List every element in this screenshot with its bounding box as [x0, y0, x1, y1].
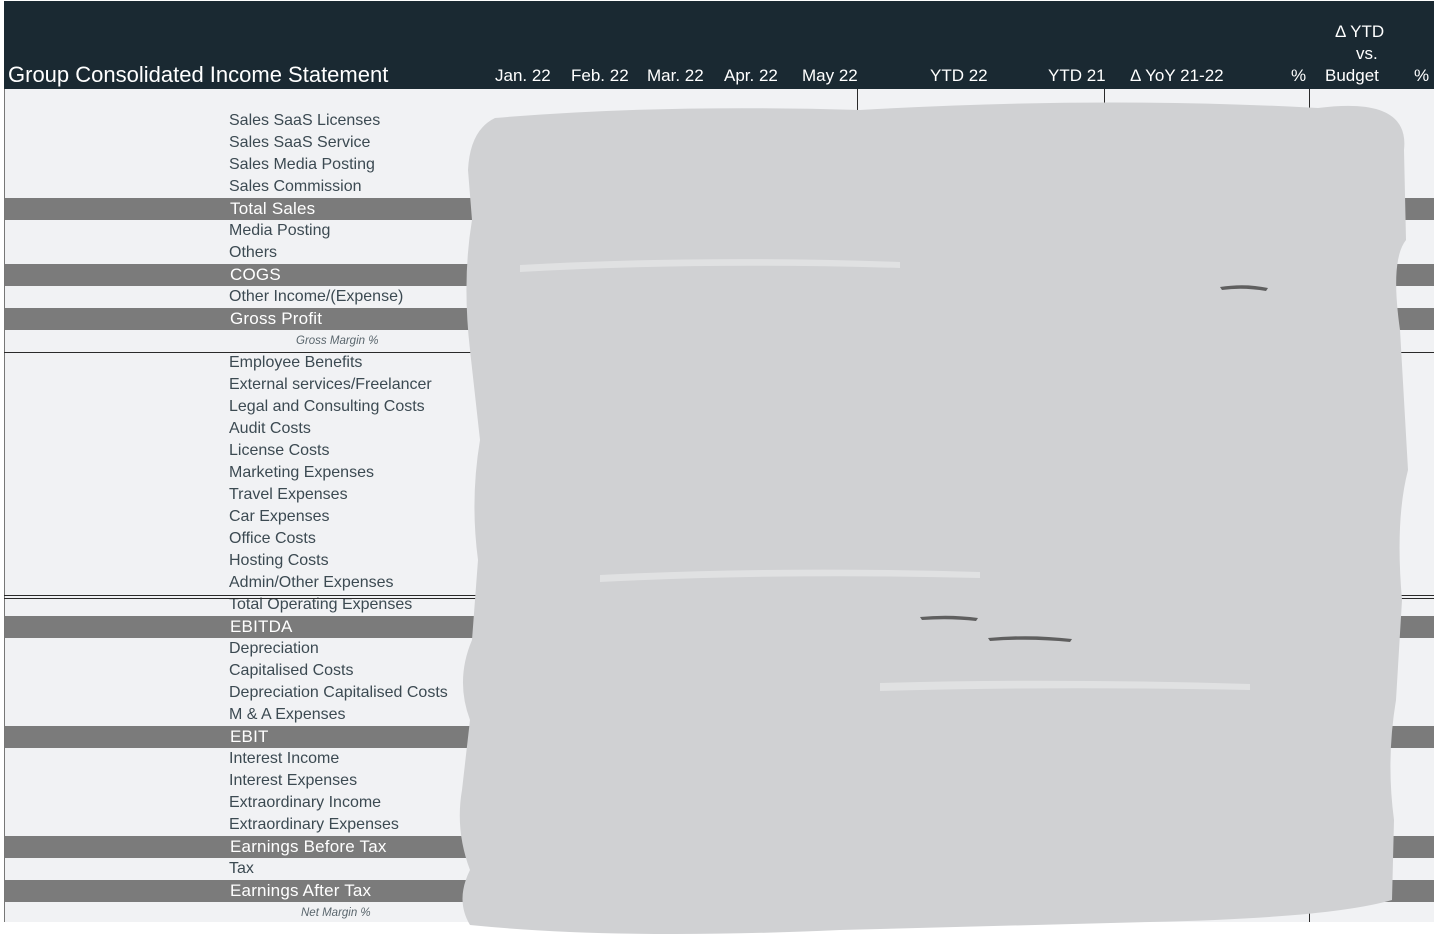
- table-row: Extraordinary Expenses: [4, 814, 1434, 836]
- table-row: Employee Benefits: [4, 352, 1434, 374]
- ratio-row: Gross Margin %: [4, 330, 1434, 352]
- page-title: Group Consolidated Income Statement: [8, 62, 389, 87]
- table-row: Marketing Expenses: [4, 462, 1434, 484]
- row-label: Car Expenses: [229, 508, 330, 525]
- row-label: Interest Expenses: [229, 772, 358, 789]
- table-row: External services/Freelancer: [4, 374, 1434, 396]
- total-row: COGS: [4, 264, 1434, 286]
- table-row: Interest Income: [4, 748, 1434, 770]
- table-row: License Costs: [4, 440, 1434, 462]
- section-divider: [4, 595, 1434, 596]
- total-row: EBITDA: [4, 616, 1434, 638]
- row-label: Extraordinary Expenses: [229, 816, 399, 833]
- table-row: Other Income/(Expense): [4, 286, 1434, 308]
- col-header-delta-yoy: Δ YoY 21-22: [1130, 66, 1224, 85]
- row-label: License Costs: [229, 442, 330, 459]
- sheet-left-border: [4, 89, 5, 922]
- row-label: Earnings After Tax: [230, 881, 372, 900]
- table-row: Travel Expenses: [4, 484, 1434, 506]
- row-label: Depreciation: [229, 640, 319, 657]
- row-label: Interest Income: [229, 750, 340, 767]
- income-statement-sheet: Group Consolidated Income Statement Jan.…: [0, 0, 1437, 940]
- col-header-jan: Jan. 22: [495, 66, 551, 85]
- table-row: Capitalised Costs: [4, 660, 1434, 682]
- row-label: External services/Freelancer: [229, 376, 432, 393]
- row-label: Legal and Consulting Costs: [229, 398, 425, 415]
- table-row: Office Costs: [4, 528, 1434, 550]
- row-label: Gross Profit: [230, 309, 323, 328]
- row-label: COGS: [230, 265, 281, 284]
- row-label: Earnings Before Tax: [230, 837, 387, 856]
- table-row: Admin/Other Expenses: [4, 572, 1434, 594]
- column-divider: [857, 89, 858, 922]
- col-header-ytd21: YTD 21: [1048, 66, 1106, 85]
- total-row: Gross Profit: [4, 308, 1434, 330]
- row-label: Travel Expenses: [229, 486, 348, 503]
- row-label: Extraordinary Income: [229, 794, 382, 811]
- table-row: Extraordinary Income: [4, 792, 1434, 814]
- row-label: EBITDA: [230, 617, 293, 636]
- row-label: Media Posting: [229, 222, 331, 239]
- row-label: Audit Costs: [229, 420, 311, 437]
- section-divider: [4, 598, 1434, 599]
- table-row: Audit Costs: [4, 418, 1434, 440]
- table-row: Legal and Consulting Costs: [4, 396, 1434, 418]
- table-row: Car Expenses: [4, 506, 1434, 528]
- table-row: Hosting Costs: [4, 550, 1434, 572]
- table-row: Sales Commission: [4, 176, 1434, 198]
- total-row: Earnings After Tax: [4, 880, 1434, 902]
- col-header-budget-mid: vs.: [1356, 44, 1378, 63]
- col-header-apr: Apr. 22: [724, 66, 778, 85]
- row-label: Capitalised Costs: [229, 662, 354, 679]
- column-divider: [1104, 89, 1105, 922]
- total-row: Earnings Before Tax: [4, 836, 1434, 858]
- col-header-budget: Budget: [1325, 66, 1379, 85]
- row-label: M & A Expenses: [229, 706, 346, 723]
- column-divider: [1309, 89, 1310, 922]
- row-label: Depreciation Capitalised Costs: [229, 684, 448, 701]
- row-label: Sales SaaS Licenses: [229, 112, 381, 129]
- col-header-ytd22: YTD 22: [930, 66, 988, 85]
- total-row: Total Sales: [4, 198, 1434, 220]
- col-header-budget-top: Δ YTD: [1335, 22, 1385, 41]
- row-label: EBIT: [230, 727, 269, 746]
- col-header-mar: Mar. 22: [647, 66, 704, 85]
- row-label: Office Costs: [229, 530, 316, 547]
- table-row: Sales Media Posting: [4, 154, 1434, 176]
- total-row: EBIT: [4, 726, 1434, 748]
- section-divider: [4, 352, 1434, 353]
- row-label: Sales Commission: [229, 178, 362, 195]
- col-header-budget-pct: %: [1414, 66, 1430, 85]
- col-header-may: May 22: [802, 66, 858, 85]
- row-label: Sales Media Posting: [229, 156, 375, 173]
- row-label: Tax: [229, 860, 254, 877]
- table-row: Sales SaaS Licenses: [4, 110, 1434, 132]
- row-label: Total Sales: [230, 199, 316, 218]
- row-label: Net Margin %: [301, 907, 371, 919]
- ratio-row: Net Margin %: [4, 902, 1434, 924]
- table-row: Depreciation Capitalised Costs: [4, 682, 1434, 704]
- table-row: Depreciation: [4, 638, 1434, 660]
- table-row: Tax: [4, 858, 1434, 880]
- row-label: Sales SaaS Service: [229, 134, 371, 151]
- row-label: Others: [229, 244, 278, 261]
- row-label: Gross Margin %: [296, 335, 379, 347]
- row-label: Hosting Costs: [229, 552, 329, 569]
- row-label: Marketing Expenses: [229, 464, 374, 481]
- table-row: M & A Expenses: [4, 704, 1434, 726]
- row-label: Employee Benefits: [229, 354, 363, 371]
- col-header-yoy-pct: %: [1291, 66, 1307, 85]
- table-row: Sales SaaS Service: [4, 132, 1434, 154]
- row-label: Admin/Other Expenses: [229, 574, 394, 591]
- table-row: Interest Expenses: [4, 770, 1434, 792]
- col-header-feb: Feb. 22: [571, 66, 629, 85]
- table-header: Group Consolidated Income Statement Jan.…: [4, 1, 1434, 90]
- table-row: Media Posting: [4, 220, 1434, 242]
- row-label: Other Income/(Expense): [229, 288, 404, 305]
- table-row: Others: [4, 242, 1434, 264]
